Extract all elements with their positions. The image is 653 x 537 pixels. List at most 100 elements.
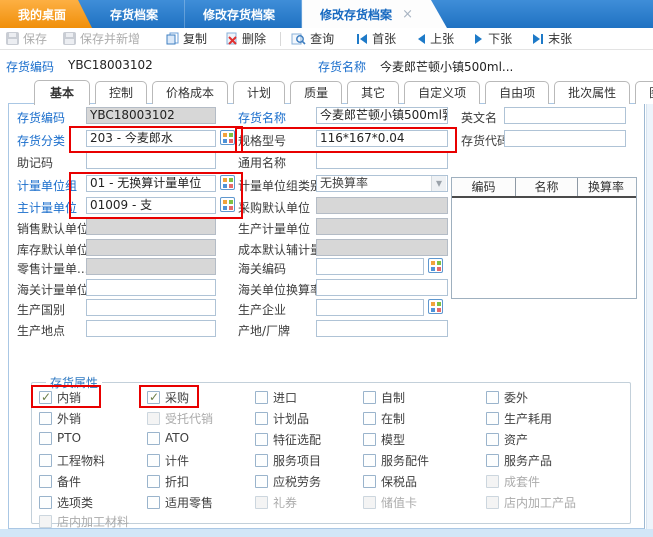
checkbox-model[interactable]: 模型 <box>363 431 405 448</box>
checkbox-icon[interactable] <box>363 475 376 488</box>
main-unit-input[interactable]: 01009 - 支 <box>86 197 216 214</box>
mnemonic-input[interactable] <box>86 152 216 169</box>
unit-group-input[interactable]: 01 - 无换算计量单位 <box>86 175 216 192</box>
unit-group-type-select[interactable]: 无换算率 <box>316 175 448 192</box>
checkbox-taxable-service[interactable]: 应税劳务 <box>255 473 321 490</box>
delete-button[interactable]: 删除 <box>225 30 266 47</box>
checkbox-icon[interactable] <box>39 496 52 509</box>
checkbox-feature-config[interactable]: 特征选配 <box>255 431 321 448</box>
tab-custom-items[interactable]: 自定义项 <box>404 81 480 104</box>
tab-inventory-archive[interactable]: 存货档案 <box>92 0 185 28</box>
tab-plan[interactable]: 计划 <box>233 81 285 104</box>
prev-record-button[interactable]: 上张 <box>416 30 454 47</box>
checkbox-engineering-material[interactable]: 工程物料 <box>39 452 105 469</box>
checkbox-icon[interactable] <box>255 454 268 467</box>
checkbox-bonded-item[interactable]: 保税品 <box>363 473 417 490</box>
checkbox-discount[interactable]: 折扣 <box>147 473 189 490</box>
tab-basic[interactable]: 基本 <box>34 80 90 105</box>
checkbox-domestic-sale[interactable]: 内销 <box>39 389 81 406</box>
checkbox-service-item[interactable]: 服务项目 <box>255 452 321 469</box>
tab-my-desktop[interactable]: 我的桌面 <box>0 0 92 28</box>
checkbox-icon[interactable] <box>39 432 52 445</box>
tab-batch-attrs[interactable]: 批次属性 <box>554 81 630 104</box>
checkbox-outsourced[interactable]: 委外 <box>486 389 528 406</box>
close-tab-icon[interactable]: × <box>402 7 413 22</box>
query-button[interactable]: 查询 <box>291 30 334 47</box>
checkbox-icon[interactable] <box>255 391 268 404</box>
unit-group-lookup-icon[interactable] <box>220 175 235 190</box>
checkbox-export-sale[interactable]: 外销 <box>39 410 81 427</box>
tab-control[interactable]: 控制 <box>95 81 147 104</box>
customs-conversion-input[interactable] <box>316 279 448 296</box>
checkbox-service-part[interactable]: 服务配件 <box>363 452 429 469</box>
copy-button[interactable]: 复制 <box>166 30 207 47</box>
checkbox-icon[interactable] <box>363 391 376 404</box>
manufacturer-input[interactable] <box>316 299 424 316</box>
checkbox-icon[interactable] <box>147 496 160 509</box>
checkbox-icon[interactable] <box>255 475 268 488</box>
tab-free-items[interactable]: 自由项 <box>485 81 549 104</box>
checkbox-icon[interactable] <box>147 475 160 488</box>
checkbox-purchase[interactable]: 采购 <box>147 389 189 406</box>
origin-brand-label: 产地/厂牌 <box>238 322 290 339</box>
inventory-name-input[interactable]: 今麦郎芒顿小镇500ml乳酸菌 <box>316 107 448 124</box>
checkbox-icon[interactable] <box>486 412 499 425</box>
checkbox-piecework[interactable]: 计件 <box>147 452 189 469</box>
record-code-value: YBC18003102 <box>68 58 153 72</box>
inventory-class-input[interactable]: 203 - 今麦郎水 <box>86 130 216 147</box>
production-country-input[interactable] <box>86 299 216 316</box>
checkbox-icon[interactable] <box>147 391 160 404</box>
checkbox-icon[interactable] <box>147 454 160 467</box>
checkbox-option-class[interactable]: 选项类 <box>39 494 93 511</box>
inventory-alt-code-input[interactable] <box>504 130 626 147</box>
checkbox-icon[interactable] <box>39 454 52 467</box>
english-name-input[interactable] <box>504 107 626 124</box>
checkbox-icon[interactable] <box>363 433 376 446</box>
first-record-button[interactable]: 首张 <box>356 30 396 47</box>
tab-modify-inventory-1[interactable]: 修改存货档案 <box>185 0 302 28</box>
next-record-button[interactable]: 下张 <box>474 30 512 47</box>
checkbox-self-made[interactable]: 自制 <box>363 389 405 406</box>
last-record-button[interactable]: 末张 <box>532 30 572 47</box>
tab-other[interactable]: 其它 <box>347 81 399 104</box>
tab-quality[interactable]: 质量 <box>290 81 342 104</box>
customs-code-input[interactable] <box>316 258 424 275</box>
save-button[interactable]: 保存 <box>6 30 47 47</box>
checkbox-planned-item[interactable]: 计划品 <box>255 410 309 427</box>
unit-table-body[interactable] <box>452 198 636 298</box>
checkbox-spare-part[interactable]: 备件 <box>39 473 81 490</box>
checkbox-icon[interactable] <box>147 432 160 445</box>
tab-modify-inventory-active[interactable]: 修改存货档案 × <box>302 0 447 28</box>
checkbox-icon[interactable] <box>255 433 268 446</box>
checkbox-icon[interactable] <box>486 391 499 404</box>
checkbox-icon[interactable] <box>39 475 52 488</box>
checkbox-production-consumed[interactable]: 生产耗用 <box>486 410 552 427</box>
production-place-input[interactable] <box>86 320 216 337</box>
checkbox-pto[interactable]: PTO <box>39 431 81 445</box>
checkbox-icon[interactable] <box>255 412 268 425</box>
vertical-scrollbar[interactable] <box>646 103 653 529</box>
checkbox-asset[interactable]: 资产 <box>486 431 528 448</box>
tab-picture[interactable]: 图片 <box>635 81 653 104</box>
main-unit-lookup-icon[interactable] <box>220 197 235 212</box>
customs-code-lookup-icon[interactable] <box>428 258 443 273</box>
checkbox-icon[interactable] <box>363 454 376 467</box>
origin-brand-input[interactable] <box>316 320 448 337</box>
checkbox-icon[interactable] <box>486 454 499 467</box>
checkbox-icon[interactable] <box>39 412 52 425</box>
checkbox-icon[interactable] <box>486 433 499 446</box>
checkbox-retail-applicable[interactable]: 适用零售 <box>147 494 213 511</box>
generic-name-input[interactable] <box>316 152 448 169</box>
tab-price-cost[interactable]: 价格成本 <box>152 81 228 104</box>
checkbox-in-process[interactable]: 在制 <box>363 410 405 427</box>
inventory-class-lookup-icon[interactable] <box>220 130 235 145</box>
save-and-new-button[interactable]: 保存并新增 <box>63 30 140 47</box>
checkbox-icon[interactable] <box>39 391 52 404</box>
checkbox-ato[interactable]: ATO <box>147 431 189 445</box>
checkbox-import[interactable]: 进口 <box>255 389 297 406</box>
customs-unit-input[interactable] <box>86 279 216 296</box>
manufacturer-lookup-icon[interactable] <box>428 299 443 314</box>
checkbox-icon[interactable] <box>363 412 376 425</box>
spec-model-input[interactable]: 116*167*0.04 <box>316 130 448 147</box>
checkbox-service-product[interactable]: 服务产品 <box>486 452 552 469</box>
